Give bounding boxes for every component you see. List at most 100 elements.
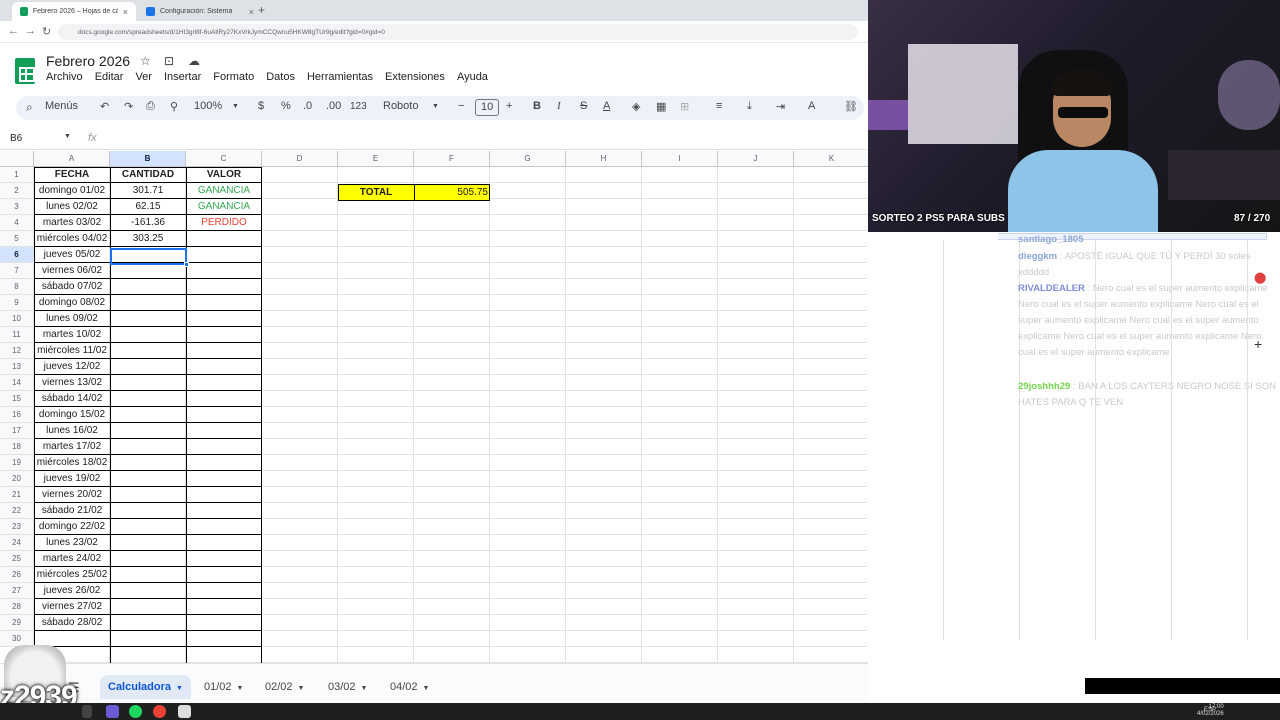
date-cell[interactable]: viernes 27/02 (34, 599, 110, 615)
clock[interactable]: 17:00 4/02/2026 (1197, 704, 1224, 718)
amount-cell[interactable] (110, 615, 186, 631)
amount-cell[interactable]: 301.71 (110, 183, 186, 199)
amount-cell[interactable]: 62.15 (110, 199, 186, 215)
star-icon[interactable]: ☆ (140, 54, 151, 68)
row-header[interactable]: 1 (0, 167, 34, 183)
sheet-tab[interactable]: 02/02 ▼ (257, 675, 312, 699)
amount-cell[interactable] (110, 503, 186, 519)
column-header[interactable]: B (110, 151, 186, 167)
date-cell[interactable]: miércoles 11/02 (34, 343, 110, 359)
date-cell[interactable]: viernes 06/02 (34, 263, 110, 279)
total-label[interactable]: TOTAL (338, 185, 414, 201)
value-cell[interactable] (186, 375, 262, 391)
row-header[interactable]: 26 (0, 567, 34, 583)
value-cell[interactable] (186, 503, 262, 519)
browser-tab[interactable]: Febrero 2026 – Hojas de cálcul × (12, 2, 136, 21)
sheets-logo-icon[interactable] (15, 58, 35, 84)
value-cell[interactable] (186, 567, 262, 583)
date-cell[interactable]: viernes 20/02 (34, 487, 110, 503)
cloud-status-icon[interactable]: ☁ (188, 54, 200, 68)
value-cell[interactable] (186, 599, 262, 615)
row-header[interactable]: 25 (0, 551, 34, 567)
value-cell[interactable] (186, 247, 262, 263)
value-cell[interactable]: PERDIDO (186, 215, 262, 231)
browser-tab[interactable]: Configuración: Sistema × (138, 2, 262, 21)
date-cell[interactable]: jueves 12/02 (34, 359, 110, 375)
amount-cell[interactable] (110, 471, 186, 487)
value-cell[interactable] (186, 231, 262, 247)
row-header[interactable]: 10 (0, 311, 34, 327)
row-header[interactable]: 17 (0, 423, 34, 439)
row-header[interactable]: 8 (0, 279, 34, 295)
value-cell[interactable] (186, 535, 262, 551)
task-view-icon[interactable] (82, 705, 92, 718)
increase-decimals-button[interactable]: .00 (326, 100, 341, 112)
select-all-corner[interactable] (0, 151, 34, 167)
insert-link-icon[interactable]: ⛓ (844, 100, 858, 113)
value-cell[interactable] (186, 551, 262, 567)
date-cell[interactable]: sábado 21/02 (34, 503, 110, 519)
amount-cell[interactable] (110, 439, 186, 455)
column-header[interactable]: I (642, 151, 718, 167)
date-cell[interactable]: lunes 23/02 (34, 535, 110, 551)
date-cell[interactable]: lunes 02/02 (34, 199, 110, 215)
amount-cell[interactable] (110, 295, 186, 311)
name-box[interactable]: B6 (10, 133, 22, 144)
date-cell[interactable]: miércoles 25/02 (34, 567, 110, 583)
close-icon[interactable]: × (123, 7, 128, 17)
borders-icon[interactable]: ▦ (656, 100, 666, 113)
date-cell[interactable]: jueves 19/02 (34, 471, 110, 487)
strikethrough-button[interactable]: S (580, 100, 587, 112)
url-field[interactable]: docs.google.com/spreadsheets/d/1HI3grl8f… (58, 24, 858, 40)
font-size-increase-icon[interactable]: + (506, 100, 512, 112)
sheet-tab[interactable]: 03/02 ▼ (320, 675, 375, 699)
row-header[interactable]: 15 (0, 391, 34, 407)
close-icon[interactable]: × (249, 7, 254, 17)
row-header[interactable]: 19 (0, 455, 34, 471)
sheet-tab[interactable]: 04/02 ▼ (382, 675, 437, 699)
value-cell[interactable] (186, 407, 262, 423)
app-icon[interactable] (178, 705, 191, 718)
row-header[interactable]: 5 (0, 231, 34, 247)
selected-cell[interactable] (110, 248, 187, 265)
column-header[interactable]: K (794, 151, 868, 167)
date-cell[interactable]: martes 24/02 (34, 551, 110, 567)
amount-cell[interactable] (110, 407, 186, 423)
zoom-select[interactable]: 100% (194, 100, 222, 112)
row-header[interactable]: 4 (0, 215, 34, 231)
row-header[interactable]: 2 (0, 183, 34, 199)
menu-item[interactable]: Ver (135, 71, 152, 83)
date-cell[interactable]: jueves 26/02 (34, 583, 110, 599)
row-header[interactable]: 23 (0, 519, 34, 535)
paint-format-icon[interactable]: ⚲ (170, 100, 178, 113)
new-tab-button[interactable]: + (258, 3, 265, 17)
value-cell[interactable] (186, 263, 262, 279)
fill-handle[interactable] (184, 262, 189, 267)
reload-icon[interactable]: ↻ (42, 25, 51, 38)
decrease-decimals-button[interactable]: .0 (303, 100, 312, 112)
row-header[interactable]: 24 (0, 535, 34, 551)
row-header[interactable]: 29 (0, 615, 34, 631)
font-select[interactable]: Roboto (383, 100, 418, 112)
amount-cell[interactable] (110, 327, 186, 343)
amount-cell[interactable] (110, 311, 186, 327)
date-cell[interactable]: miércoles 04/02 (34, 231, 110, 247)
column-header[interactable]: E (338, 151, 414, 167)
value-cell[interactable]: GANANCIA (186, 199, 262, 215)
value-cell[interactable] (186, 455, 262, 471)
number-format-button[interactable]: 123 (350, 101, 367, 112)
sheet-tab[interactable]: Calculadora ▼ (100, 675, 191, 699)
chevron-down-icon[interactable]: ▼ (361, 685, 368, 692)
fill-color-icon[interactable]: ◈ (632, 100, 640, 113)
spotify-icon[interactable] (129, 705, 142, 718)
date-cell[interactable]: sábado 14/02 (34, 391, 110, 407)
vertical-align-icon[interactable]: ⤓ (747, 100, 752, 113)
value-cell[interactable] (186, 279, 262, 295)
row-header[interactable]: 9 (0, 295, 34, 311)
italic-button[interactable]: I (557, 100, 561, 112)
align-left-icon[interactable]: ≡ (716, 100, 722, 112)
date-cell[interactable]: sábado 07/02 (34, 279, 110, 295)
chrome-icon[interactable] (153, 705, 166, 718)
amount-cell[interactable] (110, 423, 186, 439)
date-cell[interactable]: domingo 01/02 (34, 183, 110, 199)
